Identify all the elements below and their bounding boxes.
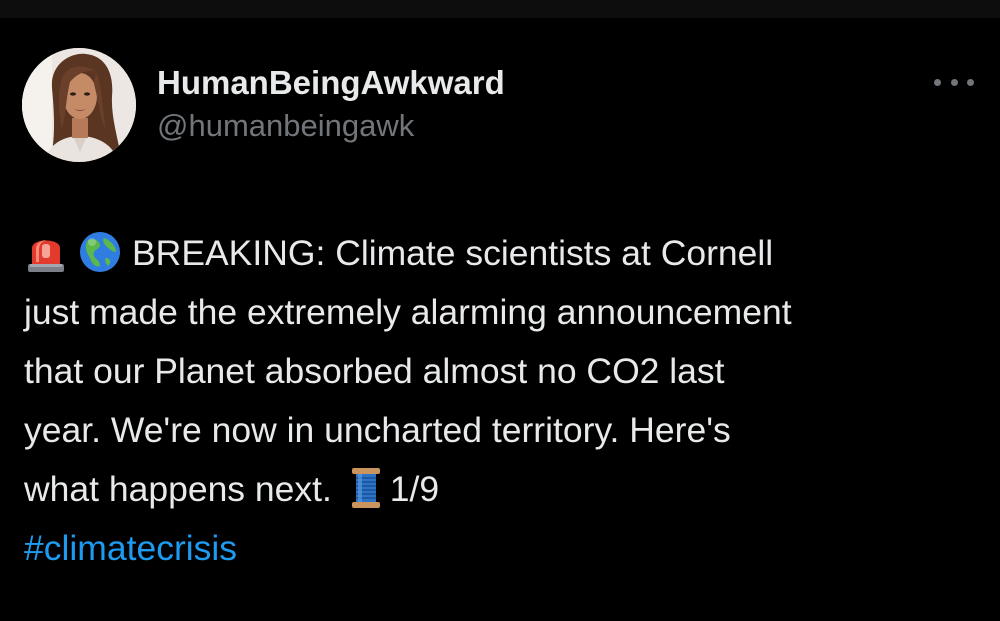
tweet-line-text: that our Planet absorbed almost no CO2 l… (24, 351, 725, 391)
more-horizontal-icon (934, 78, 941, 86)
more-horizontal-icon (950, 78, 958, 86)
tweet-text: BREAKING: Climate scientists at Cornell … (24, 224, 984, 578)
tweet-line: BREAKING: Climate scientists at Cornell (24, 224, 984, 283)
more-horizontal-icon (967, 78, 974, 86)
avatar[interactable] (22, 48, 136, 162)
tweet-line-text: just made the extremely alarming announc… (24, 292, 792, 332)
user-handle[interactable]: @humanbeingawk (157, 106, 505, 146)
hashtag-link[interactable]: #climatecrisis (24, 528, 237, 568)
rotating-light-icon (24, 230, 68, 274)
tweet-line: year. We're now in uncharted territory. … (24, 401, 984, 460)
author-block[interactable]: HumanBeingAwkward @humanbeingawk (157, 60, 505, 146)
globe-americas-icon (78, 230, 122, 274)
tweet-line: that our Planet absorbed almost no CO2 l… (24, 342, 984, 401)
tweet-line-text: BREAKING: Climate scientists at Cornell (132, 233, 774, 273)
top-strip (0, 0, 1000, 18)
tweet-line: #climatecrisis (24, 519, 984, 578)
display-name[interactable]: HumanBeingAwkward (157, 60, 505, 106)
tweet-line-text: year. We're now in uncharted territory. … (24, 410, 731, 450)
tweet-line: just made the extremely alarming announc… (24, 283, 984, 342)
tweet-line-text: what happens next. (24, 469, 332, 509)
tweet-line: what happens next. 1/9 (24, 460, 984, 519)
thread-spool-icon (346, 466, 386, 510)
tweet-line-text: 1/9 (389, 469, 440, 509)
more-options-button[interactable] (934, 72, 974, 92)
profile-photo-icon (22, 48, 136, 162)
